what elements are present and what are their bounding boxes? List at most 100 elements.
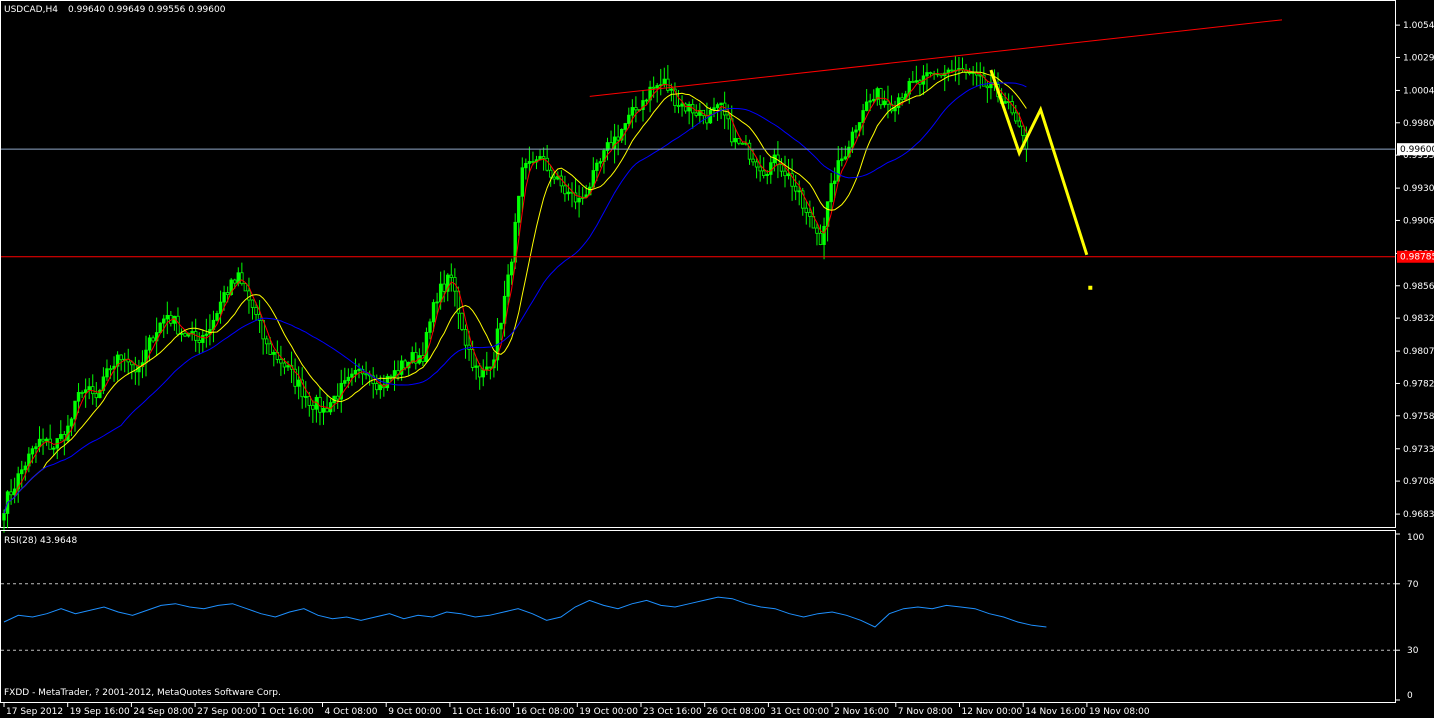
time-axis-label: 23 Oct 16:00 — [643, 707, 702, 717]
time-axis-label: 2 Nov 16:00 — [834, 707, 889, 717]
candle-body — [754, 161, 759, 168]
candle-body — [864, 101, 869, 111]
price-axis-label: 0.97825 — [1403, 379, 1434, 389]
candle-body — [375, 383, 379, 391]
candle-body — [463, 329, 468, 346]
time-axis-label: 17 Sep 2012 — [6, 707, 63, 717]
candle-body — [307, 396, 311, 406]
candle-body — [449, 274, 453, 278]
time-axis-label: 19 Sep 16:00 — [70, 707, 130, 717]
candle-body — [751, 158, 755, 163]
candle-body — [680, 103, 684, 107]
candle-body — [644, 99, 649, 102]
time-axis-label: 4 Oct 08:00 — [325, 707, 378, 717]
candle-body — [108, 368, 113, 371]
candle-body — [531, 161, 535, 163]
candle-body — [353, 369, 358, 375]
candle-body — [403, 360, 407, 369]
candle-body — [424, 331, 429, 363]
price-axis-label: 1.00295 — [1403, 53, 1434, 63]
candle-body — [240, 272, 244, 285]
candle-body — [87, 386, 91, 391]
price-axis-label: 0.97330 — [1403, 445, 1434, 455]
candle-body — [243, 283, 248, 292]
candle-body — [950, 69, 954, 72]
candle-body — [488, 366, 493, 369]
candle-body — [517, 195, 521, 223]
candle-body — [83, 389, 88, 394]
candle-body — [769, 162, 773, 175]
candle-body — [378, 384, 382, 391]
time-axis-label: 16 Oct 08:00 — [516, 707, 575, 717]
chart-canvas: USDCAD,H4 0.99640 0.99649 0.99556 0.9960… — [0, 0, 1434, 717]
candle-body — [506, 274, 510, 297]
candle-body — [509, 261, 514, 276]
time-axis-label: 19 Nov 08:00 — [1089, 707, 1150, 717]
candle-body — [41, 438, 45, 442]
price-axis-label: 1.00045 — [1403, 86, 1434, 96]
candle-body — [392, 370, 397, 378]
candle-body — [76, 392, 81, 402]
rsi-panel: RSI(28) 43.9648 FXDD - MetaTrader, ? 200… — [0, 530, 1396, 703]
candle-body — [737, 138, 741, 144]
symbol-label: USDCAD,H4 — [4, 5, 58, 15]
candle-body — [893, 107, 897, 112]
time-axis-label: 9 Oct 00:00 — [388, 707, 441, 717]
candle-body — [250, 299, 255, 308]
price-axis-label: 0.99305 — [1403, 184, 1434, 194]
price-axis-label: 0.98320 — [1403, 314, 1434, 324]
candle-body — [634, 107, 638, 111]
rsi-label: RSI(28) 43.9648 — [4, 536, 77, 546]
resistance-trendline — [589, 19, 1283, 97]
candle-body — [176, 315, 180, 335]
overlays-layer — [1, 19, 1395, 290]
price-axis-label: 1.00540 — [1403, 21, 1434, 31]
candle-body — [80, 392, 84, 394]
time-axis-label: 1 Oct 16:00 — [261, 707, 314, 717]
rsi-layer — [1, 583, 1395, 651]
candle-body — [350, 373, 354, 378]
candles-layer — [2, 55, 1029, 533]
candle-body — [719, 102, 723, 106]
candle-body — [94, 393, 98, 399]
candle-body — [158, 322, 162, 333]
moving-average-line-ma_slow — [3, 82, 1027, 514]
candle-body — [882, 100, 887, 106]
candle-body — [829, 183, 833, 203]
candle-body — [758, 166, 762, 172]
candle-body — [762, 170, 766, 176]
support-price-tag-label: 0.98785 — [1400, 253, 1434, 263]
candle-body — [428, 321, 432, 333]
candle-body — [797, 190, 801, 193]
candle-body — [197, 339, 201, 343]
time-axis-label: 31 Oct 00:00 — [770, 707, 829, 717]
candle-body — [165, 314, 169, 320]
candle-body — [928, 72, 933, 74]
projection-target-dot — [1088, 285, 1093, 290]
copyright-text: FXDD - MetaTrader, ? 2001-2012, MetaQuot… — [4, 688, 281, 698]
candle-body — [282, 362, 287, 368]
candle-body — [520, 167, 524, 197]
candle-body — [477, 365, 482, 378]
time-axis-label: 12 Nov 00:00 — [962, 707, 1023, 717]
moving-average-line-ma_mid — [3, 71, 1027, 514]
time-axis-label: 27 Sep 00:00 — [197, 707, 257, 717]
candle-body — [105, 368, 109, 378]
candle-body — [431, 302, 436, 323]
candle-body — [616, 136, 620, 141]
candle-body — [44, 438, 49, 442]
candle-body — [609, 142, 613, 150]
candle-body — [527, 161, 532, 164]
candle-body — [364, 373, 368, 376]
price-panel-border — [0, 0, 1396, 528]
candle-body — [765, 174, 769, 176]
candle-body — [357, 369, 361, 371]
candle-body — [52, 447, 56, 450]
moving-averages-layer — [3, 69, 1027, 514]
time-axis: 17 Sep 2012 19 Sep 16:00 24 Sep 08:00 27 Se… — [3, 703, 1150, 717]
candle-body — [541, 156, 546, 159]
candle-body — [247, 290, 251, 301]
candle-body — [264, 338, 269, 345]
candle-body — [669, 88, 674, 91]
price-axis-label: 0.97085 — [1403, 477, 1434, 487]
